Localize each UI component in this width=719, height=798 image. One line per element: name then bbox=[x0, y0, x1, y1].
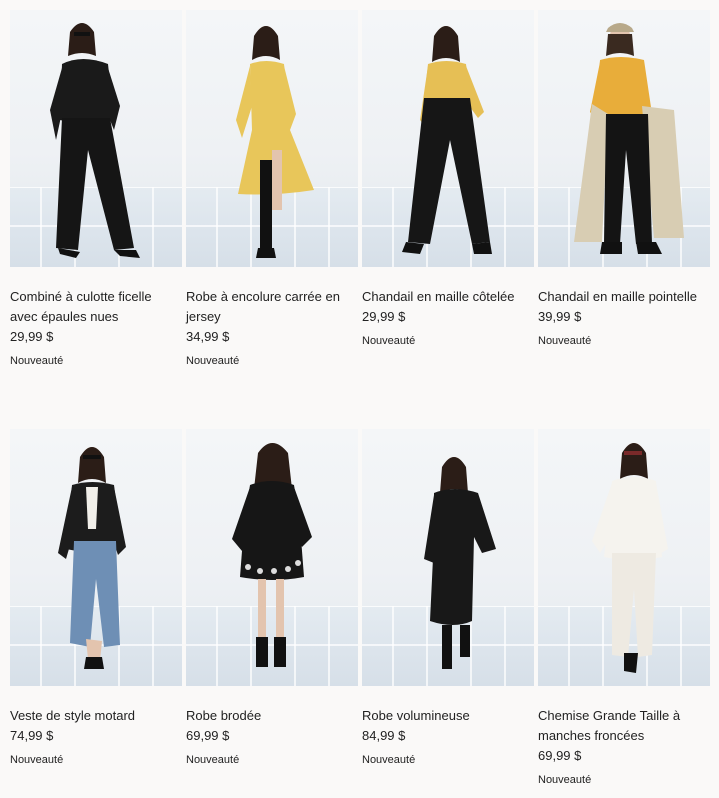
product-image[interactable] bbox=[362, 429, 534, 686]
product-card[interactable]: Robe brodée 69,99 $ Nouveauté bbox=[186, 429, 358, 768]
product-image[interactable] bbox=[10, 429, 182, 686]
product-price: 29,99 $ bbox=[10, 329, 54, 344]
product-card[interactable]: Chandail en maille côtelée 29,99 $ Nouve… bbox=[362, 10, 534, 349]
product-card[interactable]: Combiné à culotte ficelle avec épaules n… bbox=[10, 10, 182, 369]
model-yellow-top-icon bbox=[402, 26, 492, 254]
product-price: 29,99 $ bbox=[362, 309, 406, 324]
product-price: 69,99 $ bbox=[186, 728, 230, 743]
product-card[interactable]: Robe à encolure carrée en jersey 34,99 $… bbox=[186, 10, 358, 369]
new-badge: Nouveauté bbox=[10, 355, 64, 367]
product-price: 39,99 $ bbox=[538, 309, 582, 324]
model-black-jumpsuit-icon bbox=[50, 23, 140, 258]
new-badge: Nouveauté bbox=[362, 754, 416, 766]
product-name[interactable]: Robe à encolure carrée en jersey bbox=[186, 287, 358, 327]
product-name[interactable]: Chemise Grande Taille à manches froncées bbox=[538, 706, 710, 746]
product-name[interactable]: Chandail en maille côtelée bbox=[362, 287, 534, 307]
product-price: 74,99 $ bbox=[10, 728, 54, 743]
product-card[interactable]: Veste de style motard 74,99 $ Nouveauté bbox=[10, 429, 182, 768]
model-white-shirt-icon bbox=[592, 443, 668, 673]
product-card[interactable]: Robe volumineuse 84,99 $ Nouveauté bbox=[362, 429, 534, 768]
product-price: 34,99 $ bbox=[186, 329, 230, 344]
product-name[interactable]: Veste de style motard bbox=[10, 706, 182, 726]
product-image[interactable] bbox=[538, 10, 710, 267]
product-image[interactable] bbox=[362, 10, 534, 267]
new-badge: Nouveauté bbox=[186, 355, 240, 367]
product-card[interactable]: Chandail en maille pointelle 39,99 $ Nou… bbox=[538, 10, 710, 349]
model-biker-jacket-icon bbox=[58, 447, 126, 669]
product-price: 69,99 $ bbox=[538, 748, 582, 763]
new-badge: Nouveauté bbox=[362, 335, 416, 347]
product-grid: Combiné à culotte ficelle avec épaules n… bbox=[0, 0, 719, 798]
product-name[interactable]: Combiné à culotte ficelle avec épaules n… bbox=[10, 287, 182, 327]
new-badge: Nouveauté bbox=[10, 754, 64, 766]
product-price: 84,99 $ bbox=[362, 728, 406, 743]
product-image[interactable] bbox=[186, 429, 358, 686]
model-yellow-sweater-trench-icon bbox=[574, 23, 684, 254]
product-image[interactable] bbox=[10, 10, 182, 267]
new-badge: Nouveauté bbox=[538, 335, 592, 347]
product-name[interactable]: Robe brodée bbox=[186, 706, 358, 726]
new-badge: Nouveauté bbox=[186, 754, 240, 766]
model-embroidered-dress-icon bbox=[232, 443, 312, 667]
product-image[interactable] bbox=[538, 429, 710, 686]
model-yellow-dress-icon bbox=[236, 26, 314, 258]
product-name[interactable]: Chandail en maille pointelle bbox=[538, 287, 710, 307]
product-image[interactable] bbox=[186, 10, 358, 267]
new-badge: Nouveauté bbox=[538, 774, 592, 786]
model-voluminous-dress-icon bbox=[424, 457, 496, 669]
product-name[interactable]: Robe volumineuse bbox=[362, 706, 534, 726]
product-card[interactable]: Chemise Grande Taille à manches froncées… bbox=[538, 429, 710, 788]
